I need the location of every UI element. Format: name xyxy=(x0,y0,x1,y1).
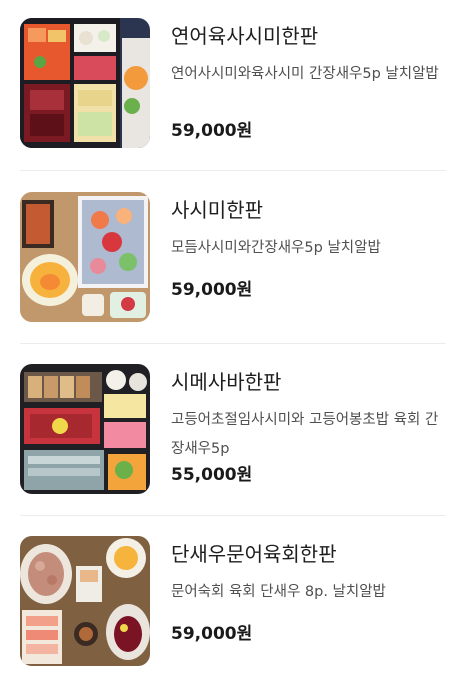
menu-item-photo xyxy=(20,536,150,666)
menu-item-price: 59,000원 xyxy=(171,624,253,644)
food-platter-photo xyxy=(20,192,150,322)
menu-item-photo xyxy=(20,18,150,148)
menu-item-photo xyxy=(20,192,150,322)
divider xyxy=(20,343,446,344)
menu-list: 연어육사시미한판 연어사시미와육사시미 간장새우5p 날치알밥 59,000원 xyxy=(0,0,466,687)
menu-item-description: 모듬사시미와간장새우5p 날치알밥 xyxy=(171,240,381,256)
menu-item-name: 시메사바한판 xyxy=(171,370,282,394)
menu-item-name: 사시미한판 xyxy=(171,198,263,222)
menu-item-description: 고등어초절임사시미와 고등어봉초밥 육회 간장새우5p xyxy=(171,412,439,457)
divider xyxy=(20,515,446,516)
food-platter-photo xyxy=(20,364,150,494)
menu-item[interactable]: 시메사바한판 고등어초절임사시미와 고등어봉초밥 육회 간장새우5p 55,00… xyxy=(0,346,466,518)
menu-item-price: 59,000원 xyxy=(171,280,253,300)
food-platter-photo xyxy=(20,536,150,666)
divider xyxy=(20,170,446,171)
food-platter-photo xyxy=(20,18,150,148)
menu-item-description: 문어숙회 육회 단새우 8p. 날치알밥 xyxy=(171,584,386,600)
menu-item-name: 단새우문어육회한판 xyxy=(171,542,337,566)
menu-item[interactable]: 사시미한판 모듬사시미와간장새우5p 날치알밥 59,000원 xyxy=(0,174,466,346)
menu-item-description: 연어사시미와육사시미 간장새우5p 날치알밥 xyxy=(171,66,439,82)
menu-item-price: 55,000원 xyxy=(171,465,253,485)
menu-item[interactable]: 단새우문어육회한판 문어숙회 육회 단새우 8p. 날치알밥 59,000원 xyxy=(0,518,466,690)
menu-item[interactable]: 연어육사시미한판 연어사시미와육사시미 간장새우5p 날치알밥 59,000원 xyxy=(0,0,466,172)
menu-item-photo xyxy=(20,364,150,494)
menu-item-price: 59,000원 xyxy=(171,121,253,141)
menu-item-name: 연어육사시미한판 xyxy=(171,24,319,48)
